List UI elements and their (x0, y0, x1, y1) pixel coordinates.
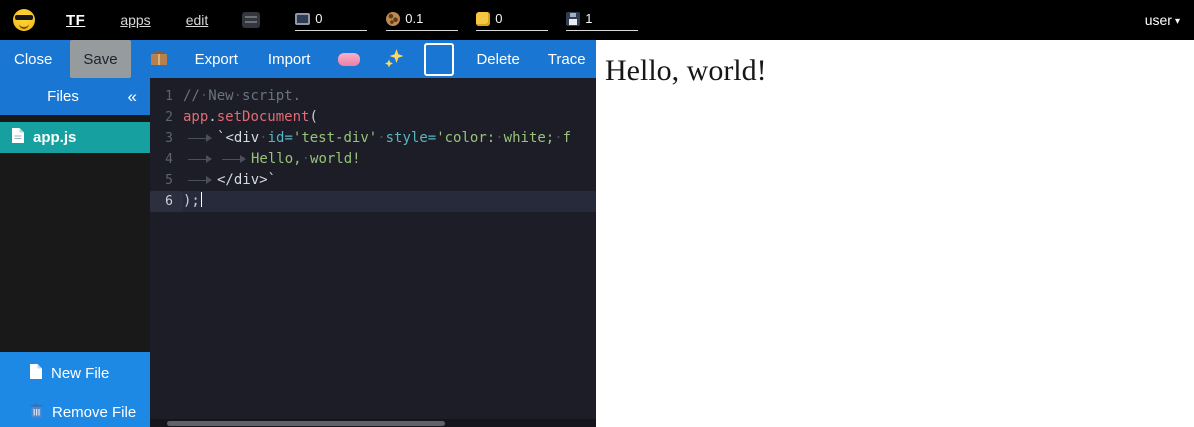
code-line[interactable]: </div>` (183, 170, 596, 191)
trash-icon (30, 403, 43, 422)
code-token: ( (309, 109, 317, 125)
new-file-icon (30, 364, 42, 383)
code-token: 'color: (436, 130, 495, 146)
sunglasses-smiley-icon[interactable] (13, 9, 35, 31)
horizontal-scrollbar[interactable] (150, 419, 596, 427)
nav-apps-link[interactable]: apps (120, 12, 150, 28)
code-token: style= (386, 130, 437, 146)
blank-swatch-button[interactable] (424, 43, 454, 76)
file-icon (12, 128, 24, 147)
code-line[interactable]: app.setDocument( (183, 107, 596, 128)
new-file-button[interactable]: New File (0, 360, 150, 386)
soap-icon (338, 53, 360, 66)
tab-whitespace-marker (183, 170, 217, 191)
close-button[interactable]: Close (6, 42, 60, 77)
files-panel-title: Files (47, 88, 103, 105)
line-number: 4 (150, 149, 183, 170)
monitor-stat-field[interactable]: 0 (295, 9, 367, 31)
line-number: 5 (150, 170, 183, 191)
monitor-icon (295, 13, 310, 25)
export-button[interactable]: Export (187, 42, 246, 77)
floppy-stat-value: 1 (585, 11, 592, 26)
code-editor[interactable]: 123456 //·New·script.app.setDocument(`<d… (150, 78, 596, 427)
tab-whitespace-marker (183, 149, 217, 170)
text-cursor (201, 192, 203, 207)
remove-file-button[interactable]: Remove File (0, 399, 150, 425)
code-token: ); (183, 193, 200, 209)
space-whitespace-marker: · (234, 88, 242, 104)
trace-button[interactable]: Trace (540, 42, 594, 77)
code-lines[interactable]: //·New·script.app.setDocument(`<div·id='… (183, 86, 596, 212)
line-number: 6 (150, 191, 183, 212)
file-item-label: app.js (33, 129, 76, 146)
code-line[interactable]: ); (183, 191, 596, 212)
topbar: TF apps edit 0 0.1 0 1 user ▾ (0, 0, 1194, 40)
code-token: . (208, 109, 216, 125)
code-line[interactable]: `<div·id='test-div'·style='color:·white;… (183, 128, 596, 149)
file-actions-panel: New File Remove File (0, 352, 150, 427)
code-token: setDocument (217, 109, 310, 125)
delete-button[interactable]: Delete (468, 42, 527, 77)
code-token: 'test-div' (293, 130, 377, 146)
code-token: Hello, (251, 151, 302, 167)
coin-stat-value: 0 (495, 11, 502, 26)
floppy-stat-field[interactable]: 1 (566, 9, 638, 31)
line-number: 3 (150, 128, 183, 149)
space-whitespace-marker: · (259, 130, 267, 146)
code-token: world! (310, 151, 361, 167)
line-number: 1 (150, 86, 183, 107)
save-button[interactable]: Save (70, 40, 130, 78)
space-whitespace-marker: · (495, 130, 503, 146)
sparkles-button[interactable] (380, 44, 408, 75)
scrollbar-thumb[interactable] (167, 421, 445, 426)
app-preview: Hello, world! (596, 40, 1194, 427)
gutter: 123456 (150, 86, 183, 212)
monitor-stat-value: 0 (315, 11, 322, 26)
code-token: // (183, 88, 200, 104)
nav-edit-link[interactable]: edit (186, 12, 209, 28)
files-panel-header: Files « (0, 78, 150, 115)
import-button[interactable]: Import (260, 42, 319, 77)
sparkles-icon (384, 48, 404, 71)
code-token: white; (504, 130, 555, 146)
space-whitespace-marker: · (377, 130, 385, 146)
package-button[interactable] (145, 45, 173, 73)
user-menu-label: user (1145, 12, 1172, 28)
package-icon (149, 49, 169, 69)
cookie-stat-field[interactable]: 0.1 (386, 9, 458, 31)
new-file-label: New File (51, 365, 109, 382)
editor-toolbar: Close Save Export Import Delete Trace (0, 40, 596, 78)
code-token: New (208, 88, 233, 104)
collapse-panel-button[interactable]: « (128, 87, 137, 107)
remove-file-label: Remove File (52, 404, 136, 421)
code-line[interactable]: Hello,·world! (183, 149, 596, 170)
soap-button[interactable] (334, 49, 364, 70)
preview-heading: Hello, world! (605, 54, 1194, 88)
user-menu[interactable]: user ▾ (1145, 0, 1180, 40)
line-number: 2 (150, 107, 183, 128)
code-token: app (183, 109, 208, 125)
controls-icon[interactable] (242, 12, 260, 28)
tab-whitespace-marker (217, 149, 251, 170)
space-whitespace-marker: · (302, 151, 310, 167)
code-token: f (563, 130, 571, 146)
file-list: app.js (0, 115, 150, 352)
cookie-stat-value: 0.1 (405, 11, 423, 26)
coin-stat-field[interactable]: 0 (476, 9, 548, 31)
chevron-down-icon: ▾ (1175, 14, 1180, 27)
code-token: </div> (217, 172, 268, 188)
code-token: script. (242, 88, 301, 104)
code-line[interactable]: //·New·script. (183, 86, 596, 107)
brand-link[interactable]: TF (66, 12, 85, 29)
floppy-icon (566, 12, 580, 26)
coin-icon (476, 12, 490, 26)
space-whitespace-marker: · (554, 130, 562, 146)
code-token: id= (268, 130, 293, 146)
file-item-app-js[interactable]: app.js (0, 122, 150, 153)
cookie-icon (386, 12, 400, 26)
code-token: <div (225, 130, 259, 146)
tab-whitespace-marker (183, 128, 217, 149)
code-token: ` (268, 172, 276, 188)
